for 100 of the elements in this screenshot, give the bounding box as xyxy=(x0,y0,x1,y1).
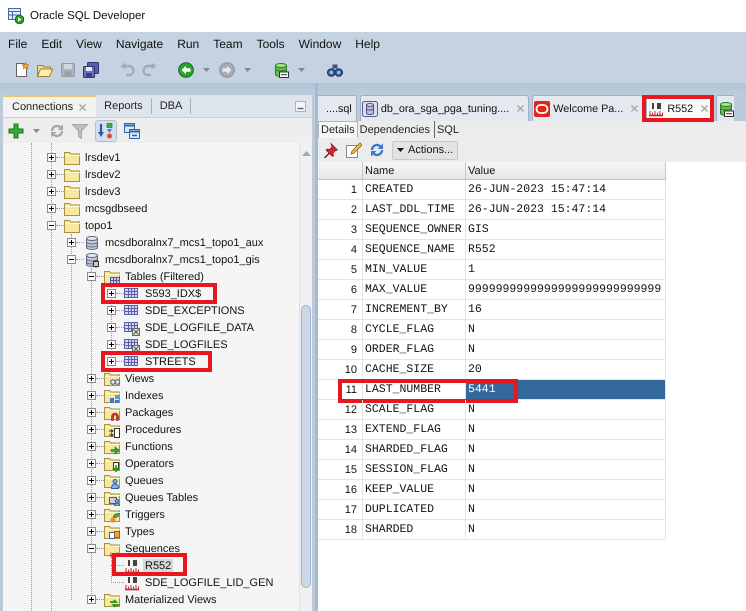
ruler-icon xyxy=(124,574,140,590)
tree-toggle[interactable] xyxy=(47,153,56,162)
refresh-icon[interactable] xyxy=(369,142,385,158)
tree-toggle[interactable] xyxy=(87,527,96,536)
save-all-icon[interactable] xyxy=(83,62,99,78)
row-number: 9 xyxy=(318,340,363,360)
tree-item[interactable]: STREETS xyxy=(143,354,198,368)
column-header[interactable]: Name xyxy=(363,162,466,179)
tree-item[interactable]: Operators xyxy=(123,456,176,470)
tree-item[interactable]: topo1 xyxy=(83,218,115,232)
folder-icon xyxy=(104,456,120,472)
tree-item[interactable]: S593_IDX$ xyxy=(143,286,204,300)
tree-item[interactable]: Indexes xyxy=(123,388,166,402)
tree-item[interactable]: mcsdboralnx7_mcs1_topo1_aux xyxy=(103,236,266,250)
tree-item[interactable]: SDE_LOGFILES xyxy=(143,338,230,352)
tree-item[interactable]: Procedures xyxy=(123,422,184,436)
tree-item[interactable]: SDE_LOGFILE_DATA xyxy=(143,320,256,334)
editor-tab[interactable] xyxy=(716,95,734,121)
row-number: 17 xyxy=(318,500,363,520)
tree-item[interactable]: SDE_LOGFILE_LID_GEN xyxy=(143,576,276,590)
tree-toggle[interactable] xyxy=(87,510,96,519)
menu-item[interactable]: Edit xyxy=(34,37,70,51)
menu-item[interactable]: Team xyxy=(206,37,250,51)
tree-toggle[interactable] xyxy=(107,306,116,315)
tree-item[interactable]: Functions xyxy=(123,440,175,454)
editor-tab[interactable]: Welcome Pa... xyxy=(532,95,644,121)
scrollbar-thumb[interactable] xyxy=(301,305,311,588)
tree-toggle[interactable] xyxy=(47,204,56,213)
tree-toggle[interactable] xyxy=(87,459,96,468)
tree-item[interactable]: mcsdboralnx7_mcs1_topo1_gis xyxy=(103,252,262,266)
menu-item[interactable]: Navigate xyxy=(108,37,170,51)
menu-item[interactable]: View xyxy=(69,37,109,51)
sub-tab[interactable]: Details xyxy=(318,121,358,138)
tree-item[interactable]: mcsgdbseed xyxy=(83,202,150,216)
binoculars-icon[interactable] xyxy=(327,62,343,78)
tree-toggle[interactable] xyxy=(87,544,96,553)
table-cell: 26-JUN-2023 15:47:14 xyxy=(466,200,666,220)
panel-tab[interactable]: DBA xyxy=(152,98,192,114)
back-icon[interactable] xyxy=(178,62,194,78)
tree-toggle[interactable] xyxy=(47,221,56,230)
tree-item[interactable]: Triggers xyxy=(123,508,167,522)
tree-toggle[interactable] xyxy=(67,255,76,264)
row-number: 6 xyxy=(318,280,363,300)
panel-tab[interactable]: Reports xyxy=(96,98,152,114)
tree-item[interactable]: SDE_EXCEPTIONS xyxy=(143,304,247,318)
tree-item[interactable]: lrsdev2 xyxy=(83,168,122,182)
tree-item[interactable]: lrsdev3 xyxy=(83,184,122,198)
tree-toggle[interactable] xyxy=(87,425,96,434)
tree-toggle[interactable] xyxy=(107,357,116,366)
editor-tab[interactable]: ....sql xyxy=(318,95,357,121)
table-cell: 5441 xyxy=(466,380,666,400)
tree-toggle[interactable] xyxy=(87,272,96,281)
sub-tab[interactable]: Dependencies xyxy=(358,121,432,138)
tree-toggle[interactable] xyxy=(87,595,96,604)
tree-item[interactable]: lrsdev1 xyxy=(83,150,122,164)
actions-button[interactable]: Actions... xyxy=(392,140,458,160)
tree-item[interactable]: Sequences xyxy=(123,542,182,556)
caret-icon[interactable] xyxy=(33,128,40,132)
tree-toggle[interactable] xyxy=(67,238,76,247)
table-cell: EXTEND_FLAG xyxy=(363,420,466,440)
collapse-icon[interactable] xyxy=(124,122,140,138)
add-icon[interactable] xyxy=(8,122,24,138)
pin-icon[interactable] xyxy=(323,142,339,158)
menu-item[interactable]: Window xyxy=(292,37,348,51)
editor-tab[interactable]: db_ora_sga_pga_tuning.... xyxy=(360,95,530,121)
scrollbar[interactable] xyxy=(299,143,312,611)
menu-item[interactable]: Help xyxy=(348,37,387,51)
tree-item[interactable]: Views xyxy=(123,372,156,386)
new-file-icon[interactable] xyxy=(14,62,30,78)
tree-item[interactable]: Materialized Views xyxy=(123,592,219,606)
database-icon[interactable] xyxy=(718,100,734,116)
tree-item[interactable]: Tables (Filtered) xyxy=(123,270,206,284)
tree-toggle[interactable] xyxy=(87,493,96,502)
row-number: 5 xyxy=(318,260,363,280)
tree-toggle[interactable] xyxy=(87,476,96,485)
tree-toggle[interactable] xyxy=(87,408,96,417)
tree-item[interactable]: Types xyxy=(123,524,156,538)
menu-item[interactable]: Run xyxy=(170,37,206,51)
minimize-icon[interactable] xyxy=(295,100,306,112)
row-number: 7 xyxy=(318,300,363,320)
tree-toggle[interactable] xyxy=(107,289,116,298)
menu-item[interactable]: File xyxy=(1,37,34,51)
tree-toggle[interactable] xyxy=(87,391,96,400)
tree-toggle[interactable] xyxy=(87,374,96,383)
tree-item[interactable]: Queues xyxy=(123,474,166,488)
tree-toggle[interactable] xyxy=(47,170,56,179)
tree-item[interactable]: R552 xyxy=(143,558,174,572)
row-number: 15 xyxy=(318,460,363,480)
tree-toggle[interactable] xyxy=(107,340,116,349)
menu-item[interactable]: Tools xyxy=(250,37,292,51)
tree-item[interactable]: Packages xyxy=(123,406,176,420)
tree-toggle[interactable] xyxy=(107,323,116,332)
database-icon[interactable] xyxy=(273,62,289,78)
tree-toggle[interactable] xyxy=(47,187,56,196)
tree-item[interactable]: Queues Tables xyxy=(123,490,200,504)
folder-icon xyxy=(104,472,120,488)
panel-tab[interactable]: Connections xyxy=(3,95,96,117)
pencil-icon[interactable] xyxy=(346,142,362,158)
column-header[interactable]: Value xyxy=(466,162,666,179)
tree-toggle[interactable] xyxy=(87,442,96,451)
